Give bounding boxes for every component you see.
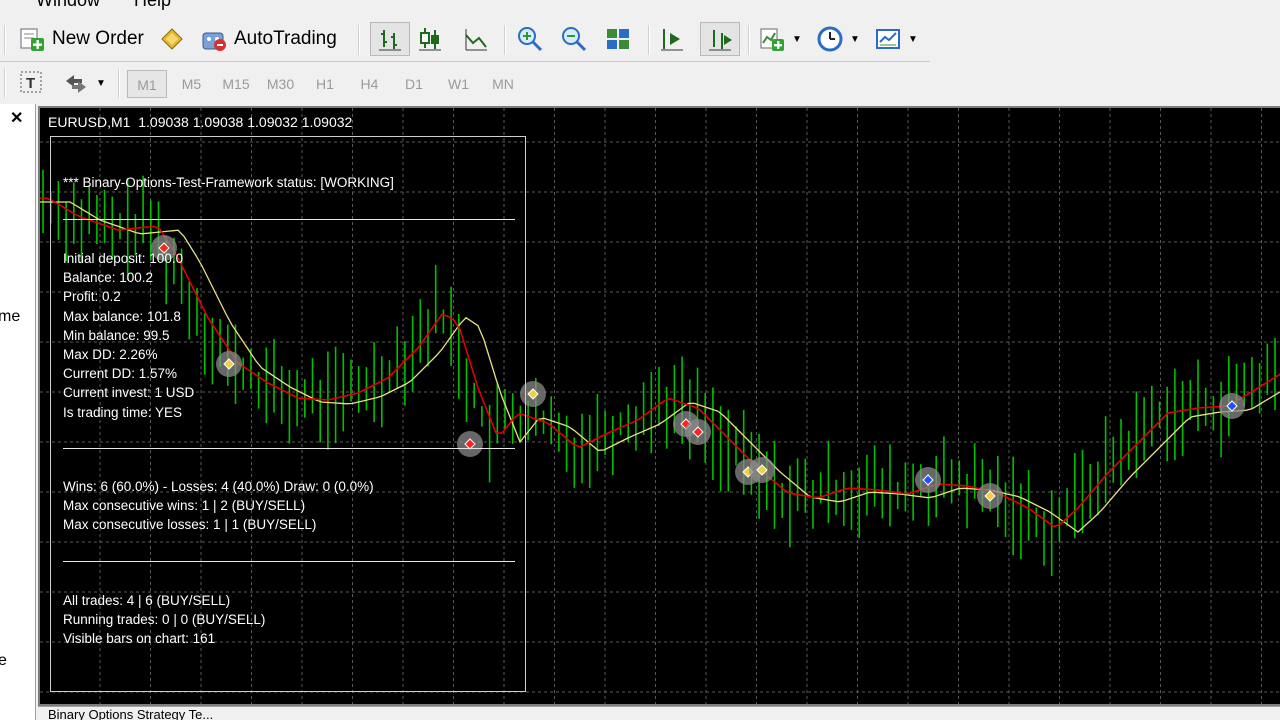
navigator-item-text[interactable]: me: [0, 308, 20, 326]
timeframe-w1-button[interactable]: W1: [439, 70, 479, 98]
framework-status-text: *** Binary-Options-Test-Framework status…: [63, 175, 394, 190]
tile-windows-icon: [604, 25, 632, 53]
bar-chart-button[interactable]: [370, 22, 410, 56]
new-order-icon: [18, 25, 46, 53]
templates-icon: [874, 25, 902, 53]
timeframe-m5-button[interactable]: M5: [172, 70, 212, 98]
chart-tab[interactable]: Binary Options Strategy Te...: [48, 707, 213, 720]
zoom-out-button[interactable]: [560, 22, 588, 56]
stat-line: Max balance: 101.8: [63, 308, 181, 324]
toolbar-grip: [4, 25, 6, 55]
panel-divider: [63, 219, 515, 220]
chart-tab-bar: Binary Options Strategy Te...: [38, 706, 1280, 720]
result-line: Max consecutive losses: 1 | 1 (BUY/SELL): [63, 517, 317, 533]
timeframe-m1-button[interactable]: M1: [127, 70, 167, 98]
timeframe-d1-button[interactable]: D1: [394, 70, 434, 98]
navigator-item-text[interactable]: e: [0, 652, 7, 670]
indicators-dropdown-arrow[interactable]: ▼: [792, 34, 802, 45]
periods-dropdown-arrow[interactable]: ▼: [850, 34, 860, 45]
tile-windows-button[interactable]: [604, 22, 632, 56]
indicators-icon: [758, 25, 786, 53]
timeframe-h4-button[interactable]: H4: [350, 70, 390, 98]
stat-line: Balance: 100.2: [63, 270, 154, 286]
toolbar-grip: [4, 68, 6, 98]
zoom-out-icon: [560, 25, 588, 53]
metaeditor-button[interactable]: [158, 22, 186, 56]
result-line: Wins: 6 (60.0%) - Losses: 4 (40.0%) Draw…: [63, 479, 374, 494]
autotrading-icon: [200, 25, 228, 53]
chart-shift-icon: [658, 25, 686, 53]
templates-dropdown-arrow[interactable]: ▼: [908, 34, 918, 45]
menu-bar: Window Help: [0, 0, 1280, 12]
svg-text:T: T: [26, 75, 35, 92]
toolbar-separator: [358, 25, 360, 55]
terminal-window: Window Help New Order AutoTrading ▼ ▼ ▼ …: [0, 0, 1280, 720]
stat-line: Is trading time: YES: [63, 404, 183, 420]
trade-count-line: All trades: 4 | 6 (BUY/SELL): [63, 593, 231, 608]
arrows-tool-button[interactable]: ▼: [62, 66, 106, 100]
zoom-in-button[interactable]: [516, 22, 544, 56]
menu-help[interactable]: Help: [134, 0, 171, 11]
menu-window[interactable]: Window: [36, 0, 100, 11]
chart-shift-button[interactable]: [658, 22, 686, 56]
arrows-tool-icon: [62, 69, 90, 97]
stat-line: Min balance: 99.5: [63, 327, 170, 343]
templates-button[interactable]: ▼: [874, 22, 918, 56]
arrows-dropdown-arrow[interactable]: ▼: [96, 78, 106, 89]
navigator-panel: ✕ me e: [0, 104, 36, 720]
stat-line: Initial deposit: 100.0: [63, 251, 184, 266]
toolbar-separator: [504, 25, 506, 55]
timeframe-m15-button[interactable]: M15: [216, 70, 256, 98]
standard-toolbar: New Order AutoTrading ▼ ▼ ▼: [0, 18, 930, 62]
close-icon[interactable]: ✕: [10, 108, 23, 128]
toolbar-separator: [118, 68, 120, 98]
toolbar-separator: [748, 25, 750, 55]
new-order-label: New Order: [52, 28, 144, 49]
stat-line: Current invest: 1 USD: [63, 385, 195, 401]
result-line: Max consecutive wins: 1 | 2 (BUY/SELL): [63, 498, 306, 514]
autotrading-button[interactable]: AutoTrading: [200, 22, 337, 56]
panel-divider: [63, 561, 515, 562]
line-chart-button[interactable]: [462, 22, 490, 56]
price-chart[interactable]: EURUSD,M1 1.09038 1.09038 1.09032 1.0903…: [38, 106, 1280, 706]
panel-divider: [63, 448, 515, 449]
metaeditor-icon: [158, 25, 186, 53]
trade-count-line: Visible bars on chart: 161: [63, 631, 216, 647]
periods-button[interactable]: ▼: [816, 22, 860, 56]
stat-line: Profit: 0.2: [63, 289, 121, 305]
timeframe-m30-button[interactable]: M30: [261, 70, 301, 98]
periodicity-toolbar: T ▼ M1 M5 M15 M30 H1 H4 D1 W1 MN: [0, 62, 530, 104]
text-tool-icon: T: [18, 69, 46, 97]
new-order-button[interactable]: New Order: [18, 22, 144, 56]
candlestick-icon: [416, 25, 444, 53]
trade-count-line: Running trades: 0 | 0 (BUY/SELL): [63, 612, 266, 628]
candlestick-chart-button[interactable]: [416, 22, 444, 56]
indicators-button[interactable]: ▼: [758, 22, 802, 56]
framework-status-panel: *** Binary-Options-Test-Framework status…: [50, 136, 526, 692]
autotrading-label: AutoTrading: [234, 28, 337, 49]
autoscroll-icon: [706, 25, 734, 53]
timeframe-mn-button[interactable]: MN: [483, 70, 523, 98]
stat-line: Current DD: 1.57%: [63, 366, 178, 382]
autoscroll-button[interactable]: [700, 22, 740, 56]
line-chart-icon: [462, 25, 490, 53]
bar-chart-icon: [376, 25, 404, 53]
text-tool-button[interactable]: T: [18, 66, 46, 100]
clock-icon: [816, 25, 844, 53]
stat-line: Max DD: 2.26%: [63, 347, 158, 362]
chart-symbol-header: EURUSD,M1 1.09038 1.09038 1.09032 1.0903…: [48, 114, 353, 130]
timeframe-h1-button[interactable]: H1: [305, 70, 345, 98]
toolbar-separator: [648, 25, 650, 55]
zoom-in-icon: [516, 25, 544, 53]
